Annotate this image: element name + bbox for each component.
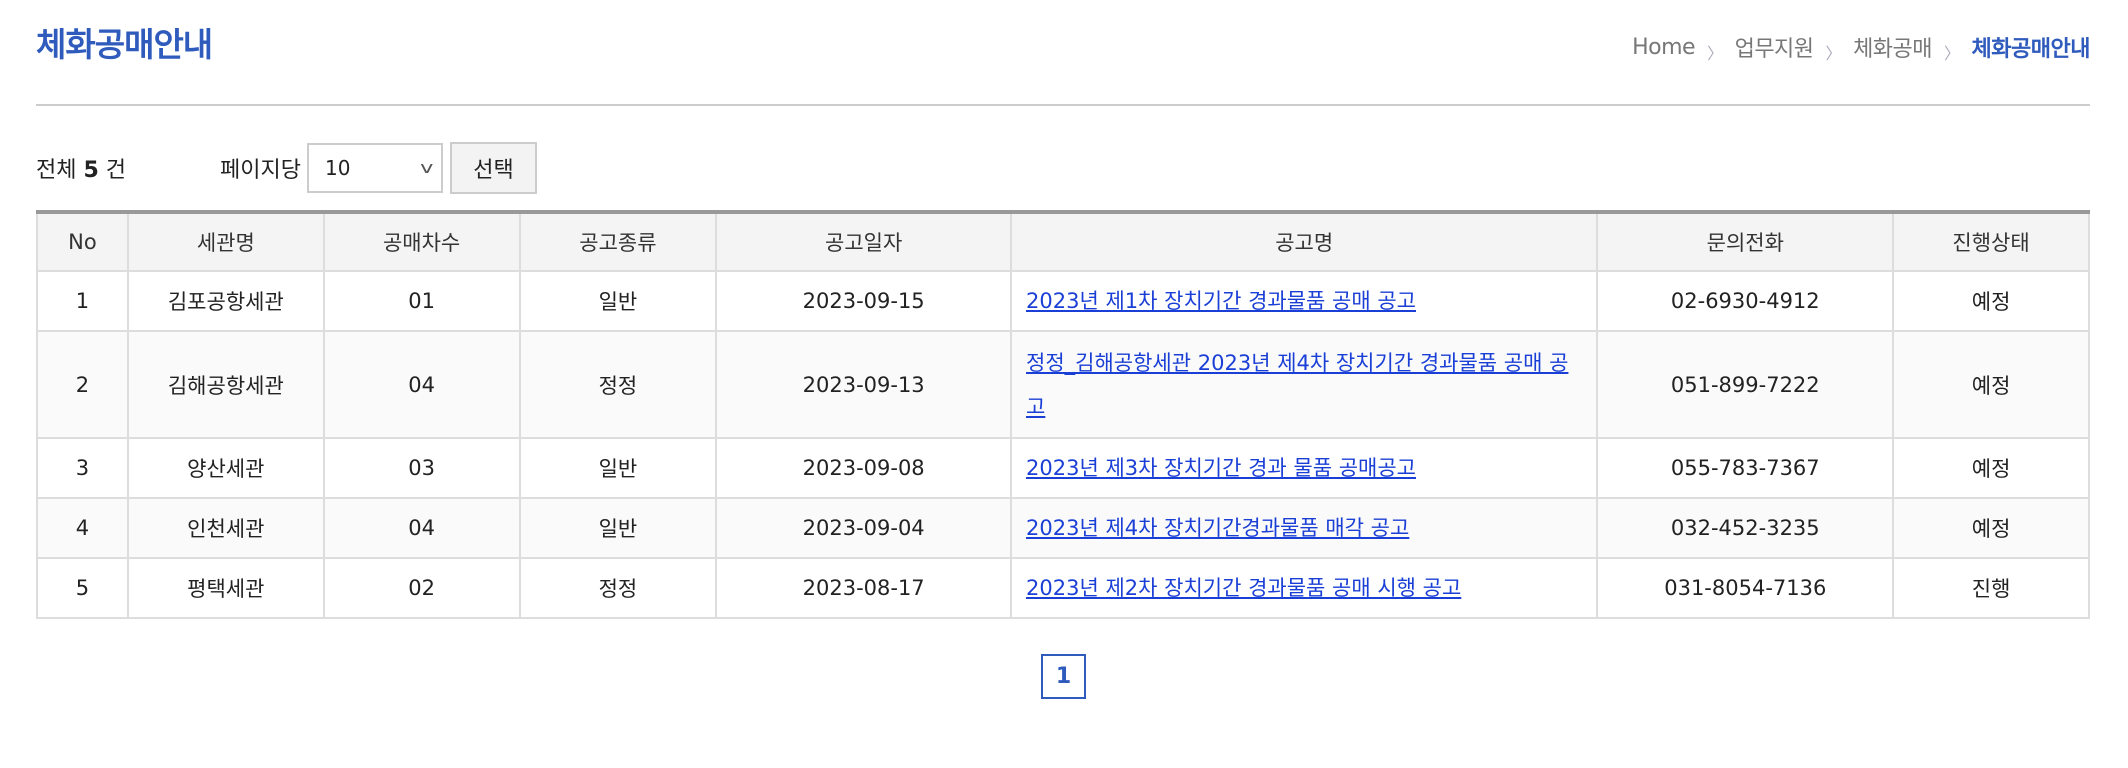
cell-col-phone: 031-8054-7136 — [1596, 557, 1895, 619]
chevron-right-icon: 〉 — [1825, 44, 1842, 63]
chevron-down-icon: v — [419, 158, 433, 177]
header-col-phone: 문의전화 — [1596, 211, 1895, 272]
cell-col-status: 예정 — [1892, 330, 2090, 439]
cell-col-type: 일반 — [518, 270, 718, 332]
cell-col-date: 2023-09-15 — [715, 270, 1013, 332]
cell-col-title: 2023년 제2차 장치기간 경과물품 공매 시행 공고 — [1010, 557, 1599, 619]
list-toolbar: 전체 5 건 페이지당 10 v 선택 — [36, 140, 538, 195]
notice-link[interactable]: 2023년 제2차 장치기간 경과물품 공매 시행 공고 — [1026, 576, 1461, 600]
chevron-right-icon: 〉 — [1944, 44, 1960, 63]
breadcrumb-item[interactable]: 체화공매 — [1853, 31, 1932, 63]
breadcrumb-current: 체화공매안내 — [1971, 37, 2091, 62]
cell-col-round: 04 — [322, 497, 521, 559]
breadcrumb: Home 〉 업무지원 〉 체화공매 〉 체화공매안내 — [1632, 30, 2090, 64]
cell-col-date: 2023-09-13 — [715, 330, 1013, 439]
cell-col-no: 1 — [36, 270, 129, 332]
divider — [36, 104, 2090, 106]
per-page-label: 페이지당 — [220, 157, 302, 183]
per-page-select[interactable]: 10 v — [307, 142, 444, 193]
header-col-type: 공고종류 — [518, 211, 718, 272]
cell-col-status: 예정 — [1892, 437, 2090, 499]
cell-col-no: 5 — [36, 557, 129, 619]
select-button[interactable]: 선택 — [450, 141, 538, 194]
table-row: 5 평택세관 02 정정 2023-08-17 2023년 제2차 장치기간 경과물품 공… — [36, 557, 2090, 619]
total-count: 전체 5 건 — [36, 152, 126, 184]
cell-col-no: 2 — [36, 330, 129, 439]
table-row: 4 인천세관 04 일반 2023-09-04 2023년 제4차 장치기간경과물품 매각… — [36, 497, 2090, 559]
cell-col-round: 01 — [322, 270, 521, 332]
pagination-page-current[interactable]: 1 — [1041, 654, 1086, 699]
header-col-title: 공고명 — [1010, 211, 1599, 272]
cell-col-no: 3 — [36, 437, 129, 499]
cell-col-status: 예정 — [1892, 270, 2090, 332]
cell-col-no: 4 — [36, 497, 129, 559]
cell-col-type: 일반 — [518, 497, 718, 559]
cell-col-date: 2023-09-08 — [715, 437, 1013, 499]
cell-col-title: 2023년 제4차 장치기간경과물품 매각 공고 — [1010, 497, 1599, 559]
total-number: 5 — [83, 157, 99, 183]
chevron-right-icon: 〉 — [1707, 44, 1723, 63]
header-col-round: 공매차수 — [322, 211, 521, 272]
cell-col-phone: 051-899-7222 — [1596, 330, 1895, 439]
cell-col-office: 김해공항세관 — [126, 330, 325, 439]
header-col-status: 진행상태 — [1892, 211, 2090, 272]
cell-col-status: 진행 — [1892, 557, 2090, 619]
cell-col-phone: 032-452-3235 — [1596, 497, 1895, 559]
cell-col-type: 정정 — [518, 330, 718, 439]
cell-col-title: 2023년 제1차 장치기간 경과물품 공매 공고 — [1010, 270, 1599, 332]
cell-col-type: 정정 — [518, 557, 718, 619]
table-row: 2 김해공항세관 04 정정 2023-09-13 정정_김해공항세관 2023년 제4차… — [36, 330, 2090, 439]
cell-col-date: 2023-08-17 — [715, 557, 1013, 619]
cell-col-type: 일반 — [518, 437, 718, 499]
table-header-row: No 세관명 공매차수 공고종류 공고일자 공고명 문의전화 진행상태 — [36, 211, 2090, 272]
cell-col-round: 03 — [322, 437, 521, 499]
notice-link[interactable]: 정정_김해공항세관 2023년 제4차 장치기간 경과물품 공매 공고 — [1026, 351, 1568, 419]
cell-col-title: 정정_김해공항세관 2023년 제4차 장치기간 경과물품 공매 공고 — [1010, 330, 1599, 439]
per-page-value: 10 — [325, 155, 351, 180]
cell-col-status: 예정 — [1892, 497, 2090, 559]
cell-col-office: 인천세관 — [126, 497, 325, 559]
cell-col-title: 2023년 제3차 장치기간 경과 물품 공매공고 — [1010, 437, 1599, 499]
notice-link[interactable]: 2023년 제3차 장치기간 경과 물품 공매공고 — [1026, 456, 1416, 480]
cell-col-office: 김포공항세관 — [126, 270, 325, 332]
cell-col-phone: 02-6930-4912 — [1596, 270, 1895, 332]
notice-link[interactable]: 2023년 제1차 장치기간 경과물품 공매 공고 — [1026, 289, 1416, 313]
table-row: 3 양산세관 03 일반 2023-09-08 2023년 제3차 장치기간 경과 물품 … — [36, 437, 2090, 499]
header-col-office: 세관명 — [126, 211, 325, 272]
page-title: 체화공매안내 — [36, 25, 213, 64]
cell-col-date: 2023-09-04 — [715, 497, 1013, 559]
cell-col-phone: 055-783-7367 — [1596, 437, 1895, 499]
header-col-date: 공고일자 — [715, 211, 1013, 272]
breadcrumb-item[interactable]: 업무지원 — [1735, 31, 1814, 63]
auction-table: No 세관명 공매차수 공고종류 공고일자 공고명 문의전화 진행상태 1 김포공항세관 01 일반… — [36, 210, 2090, 619]
cell-col-office: 양산세관 — [126, 437, 325, 499]
total-suffix: 건 — [105, 157, 127, 183]
notice-link[interactable]: 2023년 제4차 장치기간경과물품 매각 공고 — [1026, 516, 1409, 540]
cell-col-round: 02 — [322, 557, 521, 619]
header-col-no: No — [36, 211, 129, 272]
breadcrumb-home[interactable]: Home — [1632, 35, 1695, 60]
cell-col-office: 평택세관 — [126, 557, 325, 619]
table-row: 1 김포공항세관 01 일반 2023-09-15 2023년 제1차 장치기간 경과물품… — [36, 270, 2090, 332]
cell-col-round: 04 — [322, 330, 521, 439]
total-prefix: 전체 — [36, 157, 77, 183]
